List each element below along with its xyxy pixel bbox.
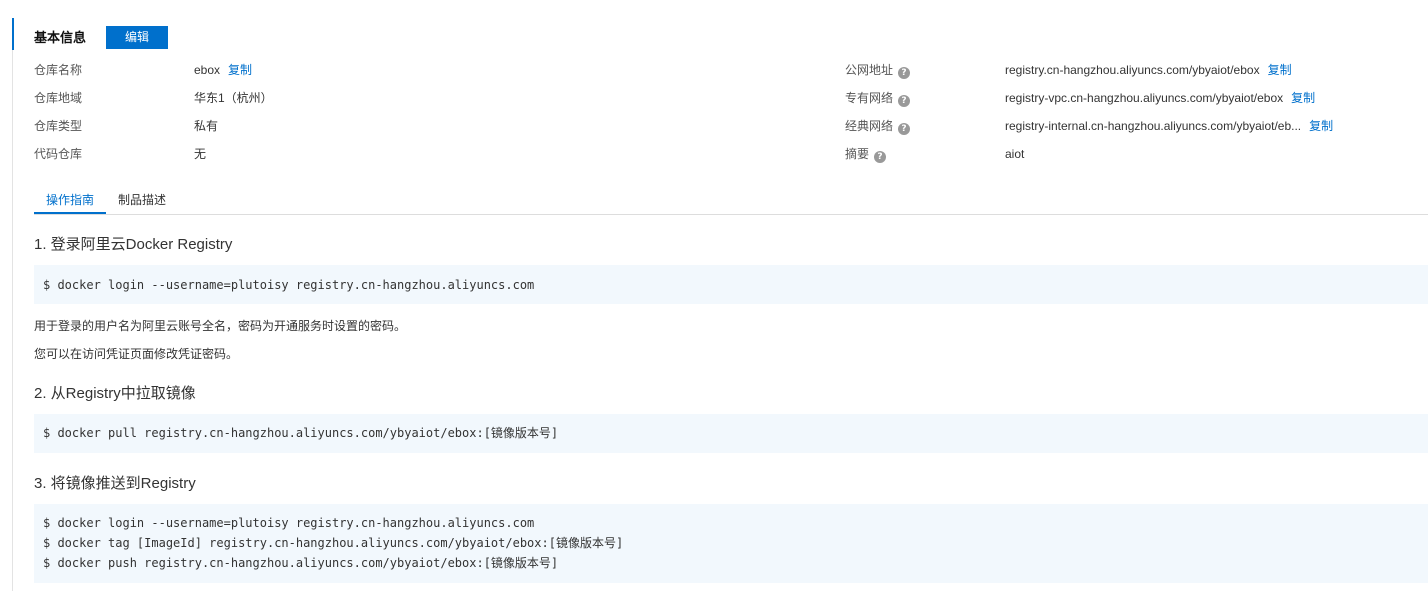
code-line: $ docker login --username=plutoisy regis…	[43, 516, 535, 530]
code-line: $ docker push registry.cn-hangzhou.aliyu…	[43, 556, 559, 570]
digest-label: 摘要	[845, 147, 870, 161]
help-icon[interactable]: ?	[898, 123, 911, 135]
guide-tabs: 操作指南 制品描述	[34, 190, 1428, 215]
repo-type-value: 私有	[194, 119, 219, 133]
help-icon[interactable]: ?	[898, 67, 911, 79]
tab-operation-guide[interactable]: 操作指南	[34, 190, 106, 214]
section-divider-line	[12, 50, 13, 591]
repo-region-value: 华东1（杭州）	[194, 91, 273, 105]
vpc-address-label-group: 专有网络?	[845, 88, 911, 108]
public-address-value: registry.cn-hangzhou.aliyuncs.com/ybyaio…	[1005, 63, 1260, 77]
help-icon[interactable]: ?	[898, 95, 911, 107]
repo-name-value-group: ebox 复制	[194, 60, 252, 80]
public-address-label-group: 公网地址?	[845, 60, 911, 80]
public-address-value-group: registry.cn-hangzhou.aliyuncs.com/ybyaio…	[1005, 60, 1292, 80]
code-repo-label: 代码仓库	[34, 147, 83, 161]
repo-name-label: 仓库名称	[34, 63, 83, 77]
code-repo-value: 无	[194, 147, 207, 161]
edit-button[interactable]: 编辑	[106, 26, 168, 49]
repo-type-label: 仓库类型	[34, 119, 83, 133]
classic-network-value-group: registry-internal.cn-hangzhou.aliyuncs.c…	[1005, 116, 1333, 136]
public-address-label: 公网地址	[845, 63, 894, 77]
code-line: $ docker tag [ImageId] registry.cn-hangz…	[43, 536, 624, 550]
step2-code-block: $ docker pull registry.cn-hangzhou.aliyu…	[34, 414, 1428, 453]
step1-heading: 1. 登录阿里云Docker Registry	[34, 236, 233, 253]
digest-value: aiot	[1005, 147, 1025, 161]
section-accent-bar	[12, 18, 14, 50]
step3-code-block: $ docker login --username=plutoisy regis…	[34, 504, 1428, 583]
classic-network-value: registry-internal.cn-hangzhou.aliyuncs.c…	[1005, 119, 1302, 133]
vpc-address-label: 专有网络	[845, 91, 894, 105]
repo-region-label: 仓库地域	[34, 91, 83, 105]
step3-heading: 3. 将镜像推送到Registry	[34, 475, 196, 492]
classic-network-label: 经典网络	[845, 119, 894, 133]
tab-artifact-description[interactable]: 制品描述	[118, 190, 166, 212]
classic-network-label-group: 经典网络?	[845, 116, 911, 136]
repo-name-value: ebox	[194, 63, 221, 77]
step1-code-block: $ docker login --username=plutoisy regis…	[34, 265, 1428, 304]
digest-label-group: 摘要?	[845, 144, 887, 164]
copy-repo-name-link[interactable]: 复制	[228, 63, 252, 77]
step1-note-username: 用于登录的用户名为阿里云账号全名，密码为开通服务时设置的密码。	[34, 319, 407, 333]
code-line: $ docker login --username=plutoisy regis…	[43, 278, 535, 292]
vpc-address-value: registry-vpc.cn-hangzhou.aliyuncs.com/yb…	[1005, 91, 1284, 105]
step1-note-credential: 您可以在访问凭证页面修改凭证密码。	[34, 347, 239, 361]
code-line: $ docker pull registry.cn-hangzhou.aliyu…	[43, 426, 559, 440]
vpc-address-value-group: registry-vpc.cn-hangzhou.aliyuncs.com/yb…	[1005, 88, 1315, 108]
repository-detail-page: 基本信息 编辑 仓库名称 ebox 复制 仓库地域 华东1（杭州） 仓库类型 私有…	[0, 0, 1428, 591]
help-icon[interactable]: ?	[874, 151, 887, 163]
step2-heading: 2. 从Registry中拉取镜像	[34, 385, 196, 402]
copy-public-address-link[interactable]: 复制	[1268, 63, 1292, 77]
copy-classic-network-link[interactable]: 复制	[1309, 119, 1333, 133]
basic-info-title: 基本信息	[34, 30, 87, 45]
copy-vpc-address-link[interactable]: 复制	[1291, 91, 1315, 105]
